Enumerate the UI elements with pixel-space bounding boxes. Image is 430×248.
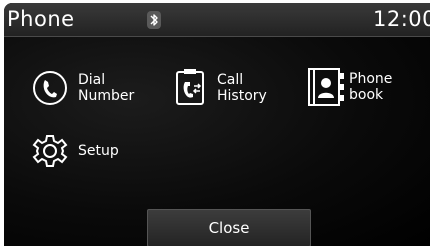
close-button[interactable]: Close: [147, 209, 311, 246]
page-title: Phone: [7, 7, 75, 31]
handset-icon: [33, 71, 67, 105]
header-bar: Phone 12:00: [4, 3, 430, 37]
dial-number-button[interactable]: Dial Number: [32, 70, 152, 110]
gear-icon: [32, 135, 68, 167]
phone-screen: Phone 12:00 Dial Number Call History Pho…: [4, 3, 430, 246]
setup-label: Setup: [78, 143, 119, 159]
phone-book-button[interactable]: Phone book: [307, 67, 407, 109]
call-history-button[interactable]: Call History: [175, 66, 275, 110]
call-history-icon: [176, 69, 204, 105]
phone-book-label: Phone book: [349, 71, 393, 103]
setup-button[interactable]: Setup: [32, 133, 132, 169]
call-history-label: Call History: [217, 72, 267, 104]
phonebook-icon: [308, 68, 344, 106]
bluetooth-icon: [147, 11, 161, 29]
clock: 12:00: [372, 7, 430, 31]
dial-number-label: Dial Number: [78, 72, 135, 104]
menu-area: Dial Number Call History Phone book Setu…: [4, 37, 430, 246]
